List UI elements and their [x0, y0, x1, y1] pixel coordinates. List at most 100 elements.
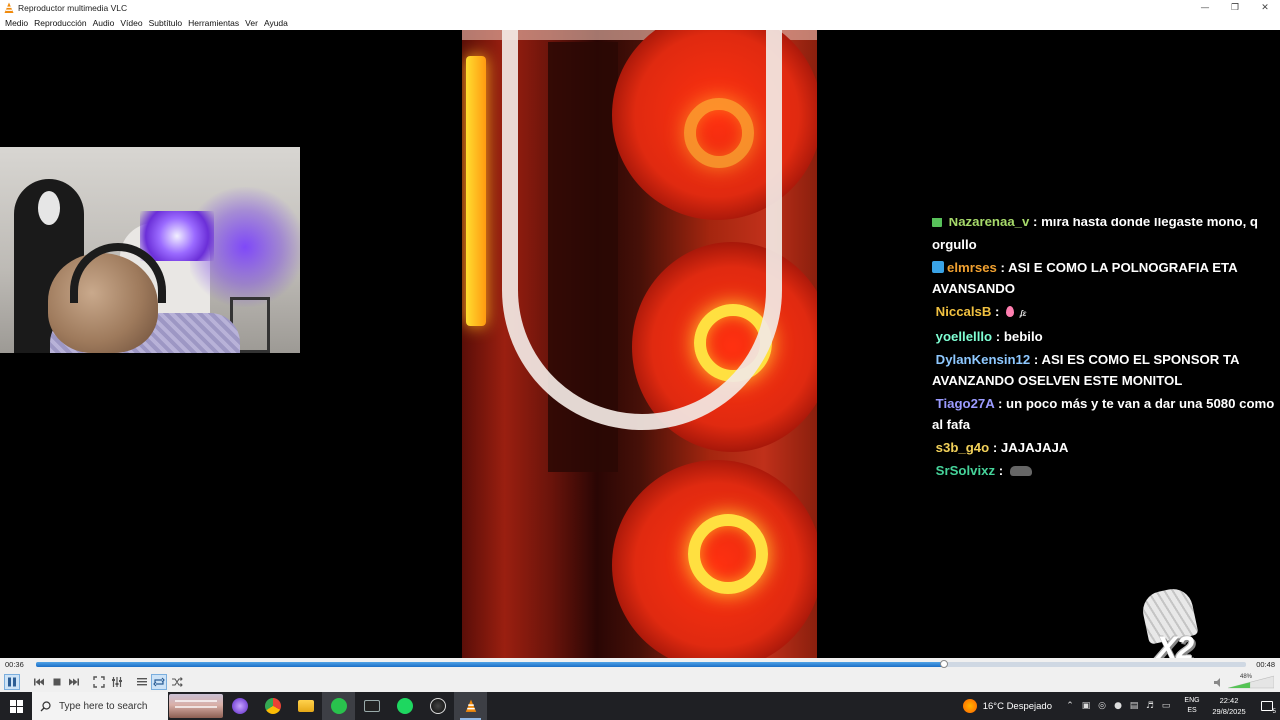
taskbar-app-spotify[interactable]	[388, 692, 421, 720]
car-emote-icon	[1009, 466, 1032, 476]
menu-ver[interactable]: Ver	[242, 18, 261, 28]
play-pause-button[interactable]	[4, 674, 20, 690]
chevron-up-icon[interactable]: ⌃	[1062, 692, 1078, 720]
windows-icon	[9, 699, 23, 713]
chat-message: NiccalsB : ʄɛ	[932, 301, 1278, 324]
random-button[interactable]	[169, 674, 185, 690]
network-icon[interactable]: ▤	[1126, 692, 1142, 720]
menu-reproduccion[interactable]: Reproducción	[31, 18, 89, 28]
shield-icon[interactable]: ◎	[1094, 692, 1110, 720]
extended-settings-button[interactable]	[109, 674, 125, 690]
search-highlight-image[interactable]	[169, 694, 223, 718]
playlist-button[interactable]	[134, 674, 150, 690]
notification-icon	[1261, 701, 1273, 711]
chat-message: DylanKensin12 : ASI ES COMO EL SPONSOR T…	[932, 352, 1240, 388]
fullscreen-button[interactable]	[91, 674, 107, 690]
title-bar: Reproductor multimedia VLC — ❐ ✕	[0, 0, 1280, 16]
stream-chat: Nazarenaa_v : mira hasta donde llegaste …	[932, 218, 1278, 483]
search-box[interactable]: Type here to search	[32, 692, 168, 720]
language-indicator[interactable]: ENG ES	[1180, 696, 1204, 716]
taskbar-app-explorer[interactable]	[289, 692, 322, 720]
small-emote-icon: ʄɛ	[1020, 309, 1027, 318]
search-placeholder: Type here to search	[59, 700, 148, 712]
previous-icon	[34, 678, 44, 686]
taskbar-app-vlc[interactable]	[454, 692, 487, 720]
stop-icon	[53, 678, 61, 686]
seek-handle[interactable]	[939, 660, 948, 668]
spotify-icon	[396, 698, 413, 714]
taskbar: Type here to search 16°C Despejado ⌃ ▣ ◎…	[0, 692, 1280, 720]
webcam-overlay	[0, 147, 300, 353]
taskbar-app-green[interactable]	[322, 692, 355, 720]
notification-button[interactable]: 5	[1254, 692, 1280, 720]
seek-bar[interactable]	[36, 660, 1246, 668]
loop-icon	[153, 677, 165, 687]
volume-control[interactable]: 48%	[1214, 674, 1274, 689]
window-title: Reproductor multimedia VLC	[18, 3, 128, 13]
camera-app-icon	[231, 698, 248, 714]
weather-icon	[962, 699, 977, 713]
chat-message: orgullo	[932, 237, 977, 252]
current-time: 00:36	[5, 660, 24, 669]
fullscreen-icon	[93, 676, 105, 688]
obs-icon	[429, 698, 446, 714]
weather-text: 16°C Despejado	[982, 700, 1052, 712]
menu-medio[interactable]: Medio	[2, 18, 31, 28]
maximize-button[interactable]: ❐	[1220, 0, 1250, 16]
seek-progress	[36, 662, 944, 667]
rgb-strip	[466, 56, 486, 326]
video-area[interactable]: Nazarenaa_v : mira hasta donde llegaste …	[0, 30, 1280, 658]
notification-count: 5	[1272, 709, 1276, 715]
weather-widget[interactable]: 16°C Despejado	[962, 699, 1052, 713]
chat-message: Nazarenaa_v : mira hasta donde llegaste …	[932, 218, 1278, 232]
clock[interactable]: 22:42 29/8/2025	[1204, 695, 1254, 717]
chat-message: elmrses : ASI E COMO LA POLNOGRAFIA ETA …	[932, 260, 1238, 296]
pause-icon	[8, 677, 16, 687]
pc-interior-video	[462, 30, 817, 658]
menu-subtitulo[interactable]: Subtítulo	[146, 18, 186, 28]
chat-message: yoellelllo : bebilo	[935, 329, 1043, 344]
clock-time: 22:42	[1219, 696, 1239, 705]
extended-settings-icon	[112, 677, 122, 687]
chat-badge-icon	[932, 261, 944, 273]
coolant-tube	[502, 30, 782, 430]
x2-overlay: X2	[1136, 585, 1208, 658]
loop-button[interactable]	[151, 674, 167, 690]
previous-button[interactable]	[31, 674, 47, 690]
battery-icon[interactable]: ▭	[1158, 692, 1174, 720]
vlc-logo-icon	[4, 2, 14, 13]
taskbar-app-obs[interactable]	[421, 692, 454, 720]
folder-icon	[297, 700, 314, 712]
chat-badge-icon	[932, 218, 942, 227]
minimize-button[interactable]: —	[1190, 0, 1220, 16]
taskbar-app-chrome[interactable]	[256, 692, 289, 720]
taskbar-app-terminal[interactable]	[355, 692, 388, 720]
next-button[interactable]	[66, 674, 82, 690]
vlc-taskbar-icon	[465, 699, 476, 712]
menu-audio[interactable]: Audio	[90, 18, 118, 28]
volume-icon[interactable]: ♬	[1142, 692, 1158, 720]
chat-message: SrSolvixz :	[932, 460, 1278, 481]
speaker-icon[interactable]	[1214, 678, 1224, 687]
vlc-window: Reproductor multimedia VLC — ❐ ✕ Medio R…	[0, 0, 1280, 720]
drop-emote-icon	[1006, 306, 1015, 317]
menu-ayuda[interactable]: Ayuda	[261, 18, 291, 28]
playback-controls: 48%	[0, 672, 1280, 692]
chrome-icon	[264, 698, 281, 714]
start-button[interactable]	[0, 692, 32, 720]
purple-light	[140, 211, 214, 261]
total-time: 00:48	[1256, 660, 1275, 669]
menu-video[interactable]: Vídeo	[117, 18, 145, 28]
taskbar-app-capture[interactable]	[223, 692, 256, 720]
clock-date: 29/8/2025	[1212, 707, 1246, 716]
close-button[interactable]: ✕	[1250, 0, 1280, 16]
stop-button[interactable]	[49, 674, 65, 690]
menu-bar: Medio Reproducción Audio Vídeo Subtítulo…	[0, 16, 1280, 30]
system-tray: 16°C Despejado ⌃ ▣ ◎ ● ▤ ♬ ▭ ENG ES 22:4…	[962, 692, 1280, 720]
search-icon	[40, 700, 51, 711]
tray-app-icon[interactable]: ▣	[1078, 692, 1094, 720]
window-buttons: — ❐ ✕	[1190, 0, 1280, 16]
menu-herramientas[interactable]: Herramientas	[185, 18, 242, 28]
microphone-icon[interactable]: ●	[1110, 692, 1126, 720]
chat-message: s3b_g4o : JAJAJAJA	[935, 440, 1069, 455]
